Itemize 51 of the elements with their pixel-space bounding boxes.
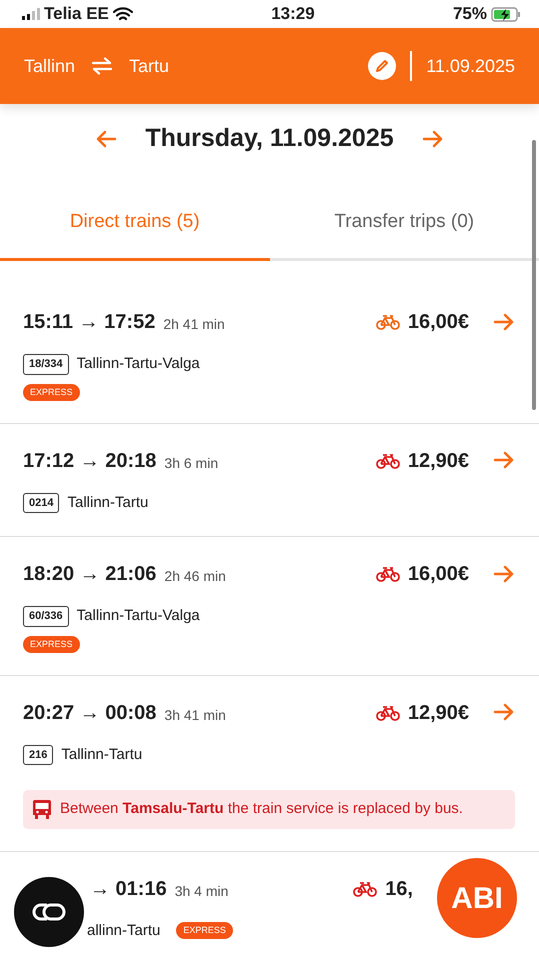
route-name: Tallinn-Tartu-Valga bbox=[76, 354, 200, 374]
train-number: 60/336 bbox=[23, 606, 69, 626]
train-number: 216 bbox=[23, 744, 54, 765]
notice-text: Between Tamsalu-Tartu the train service is replaced by bus. bbox=[60, 799, 463, 819]
ticket-price: 12,90€ bbox=[408, 700, 469, 726]
ticket-price: 16,00€ bbox=[408, 562, 469, 587]
battery-percent: 75% bbox=[452, 3, 487, 26]
destination-station[interactable]: Tartu bbox=[129, 52, 170, 80]
battery-icon bbox=[491, 6, 521, 22]
route-name: Tallinn-Tartu bbox=[67, 492, 148, 512]
bus-icon bbox=[32, 798, 52, 820]
chain-link-icon bbox=[31, 902, 67, 922]
left-arrow-icon bbox=[95, 128, 118, 149]
day-title: Thursday, 11.09.2025 bbox=[145, 123, 394, 154]
train-number: 18/334 bbox=[23, 354, 69, 374]
help-button[interactable]: ABI bbox=[437, 858, 517, 938]
right-arrow-icon bbox=[493, 312, 515, 332]
swap-icon[interactable] bbox=[91, 57, 114, 75]
train-number: 0214 bbox=[23, 492, 60, 513]
trip-times: 18:20 → 21:06 bbox=[23, 562, 156, 587]
clock: 13:29 bbox=[271, 4, 315, 24]
ticket-price: 16,00€ bbox=[408, 310, 469, 335]
trip-duration: 3h 6 min bbox=[164, 454, 218, 472]
trip-times: → 01:16 bbox=[90, 876, 167, 902]
route-name: Tallinn-Tartu bbox=[61, 744, 142, 764]
trip-times: 15:11 → 17:52 bbox=[23, 310, 156, 335]
right-arrow-icon bbox=[493, 702, 515, 722]
route-name: Tallinn-Tartu-Valga bbox=[76, 606, 200, 626]
trip-duration: 2h 46 min bbox=[164, 567, 226, 586]
trip-times: 17:12 → 20:18 bbox=[23, 448, 156, 474]
travel-date[interactable]: 11.09.2025 bbox=[426, 52, 515, 80]
right-arrow-icon bbox=[493, 450, 515, 470]
right-arrow-icon bbox=[493, 564, 515, 584]
express-tag: EXPRESS bbox=[176, 922, 233, 940]
express-tag: EXPRESS bbox=[23, 384, 80, 400]
route-name: allinn-Tartu bbox=[87, 920, 160, 940]
trip-times: 20:27 → 00:08 bbox=[23, 700, 156, 726]
trip-duration: 3h 4 min bbox=[174, 882, 228, 900]
signal-icon bbox=[22, 8, 40, 20]
ticket-price: 12,90€ bbox=[408, 448, 469, 474]
wifi-icon bbox=[112, 6, 133, 22]
carrier-name: Telia EE bbox=[44, 3, 109, 26]
pencil-icon bbox=[375, 59, 390, 73]
trip-duration: 3h 41 min bbox=[164, 706, 226, 724]
right-arrow-icon bbox=[422, 128, 444, 149]
tab[interactable]: Direct trains (5) bbox=[0, 186, 270, 261]
express-tag: EXPRESS bbox=[23, 636, 80, 652]
trip-duration: 2h 41 min bbox=[163, 315, 225, 334]
edit-button[interactable] bbox=[368, 52, 396, 80]
ticket-price: 16, bbox=[385, 876, 413, 902]
origin-station[interactable]: Tallinn bbox=[24, 52, 76, 80]
